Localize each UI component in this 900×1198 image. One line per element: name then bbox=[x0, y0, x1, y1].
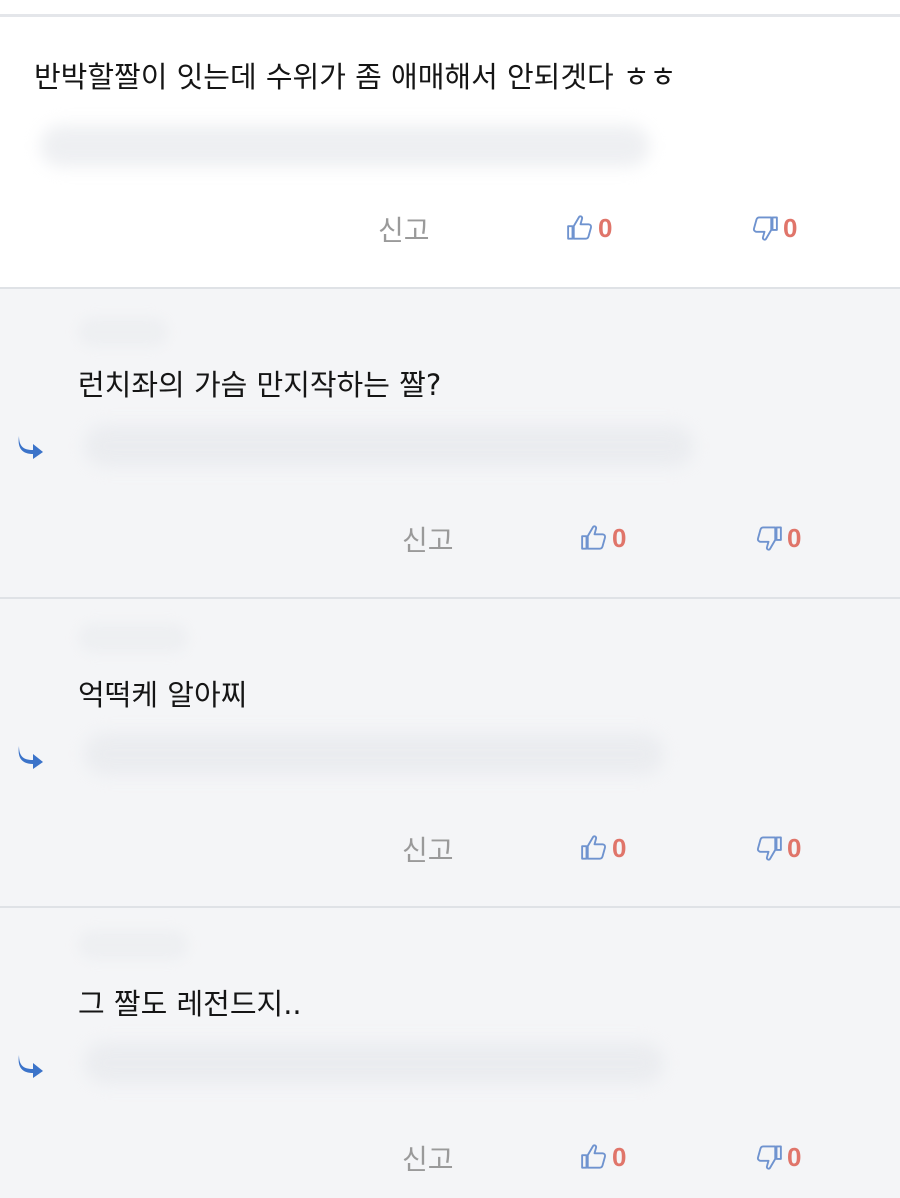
blurred-content bbox=[84, 733, 664, 775]
like-count: 0 bbox=[612, 523, 627, 553]
thumbs-up-icon bbox=[567, 215, 593, 240]
blurred-author bbox=[78, 623, 188, 653]
reply-arrow-icon bbox=[18, 436, 43, 459]
thumbs-down-icon bbox=[756, 1145, 782, 1170]
reply-arrow-icon bbox=[18, 1055, 43, 1078]
dislike-button[interactable]: 0 bbox=[754, 833, 801, 863]
dislike-button[interactable]: 0 bbox=[754, 1142, 801, 1172]
thumbs-up-icon bbox=[581, 835, 607, 860]
like-count: 0 bbox=[598, 213, 613, 243]
thumbs-down-icon bbox=[752, 216, 778, 241]
thumbs-down-icon bbox=[756, 836, 782, 861]
blurred-content bbox=[84, 425, 694, 467]
like-count: 0 bbox=[612, 1142, 627, 1172]
dislike-count: 0 bbox=[787, 833, 802, 863]
dislike-button[interactable]: 0 bbox=[754, 523, 801, 553]
comment-item: 반박할짤이 잇는데 수위가 좀 애매해서 안되겟다 ㅎㅎ 신고 0 0 bbox=[0, 17, 900, 289]
comment-text: 억떡케 알아찌 bbox=[78, 678, 248, 712]
reply-arrow-icon bbox=[18, 746, 43, 769]
comment-text: 런치좌의 가슴 만지작하는 짤? bbox=[78, 368, 442, 402]
thumbs-down-icon bbox=[756, 526, 782, 551]
reply-item: 억떡케 알아찌 신고 0 0 bbox=[0, 599, 900, 908]
dislike-button[interactable]: 0 bbox=[750, 213, 797, 243]
dislike-count: 0 bbox=[787, 523, 802, 553]
like-button[interactable]: 0 bbox=[565, 213, 612, 243]
like-button[interactable]: 0 bbox=[579, 523, 626, 553]
report-button[interactable]: 신고 bbox=[402, 829, 454, 869]
comment-text: 반박할짤이 잇는데 수위가 좀 애매해서 안되겟다 ㅎㅎ bbox=[34, 60, 677, 94]
reply-item: 그 짤도 레전드지.. 신고 0 0 bbox=[0, 908, 900, 1198]
like-count: 0 bbox=[612, 833, 627, 863]
like-button[interactable]: 0 bbox=[579, 833, 626, 863]
report-button[interactable]: 신고 bbox=[378, 209, 430, 249]
blurred-content bbox=[40, 125, 650, 167]
blurred-author bbox=[78, 317, 168, 347]
thumbs-up-icon bbox=[581, 525, 607, 550]
like-button[interactable]: 0 bbox=[579, 1142, 626, 1172]
thumbs-up-icon bbox=[581, 1144, 607, 1169]
reply-item: 런치좌의 가슴 만지작하는 짤? 신고 0 0 bbox=[0, 289, 900, 599]
blurred-content bbox=[84, 1042, 664, 1084]
report-button[interactable]: 신고 bbox=[402, 1138, 454, 1178]
blurred-author bbox=[78, 930, 188, 960]
dislike-count: 0 bbox=[783, 213, 798, 243]
comment-text: 그 짤도 레전드지.. bbox=[78, 987, 302, 1021]
dislike-count: 0 bbox=[787, 1142, 802, 1172]
report-button[interactable]: 신고 bbox=[402, 519, 454, 559]
